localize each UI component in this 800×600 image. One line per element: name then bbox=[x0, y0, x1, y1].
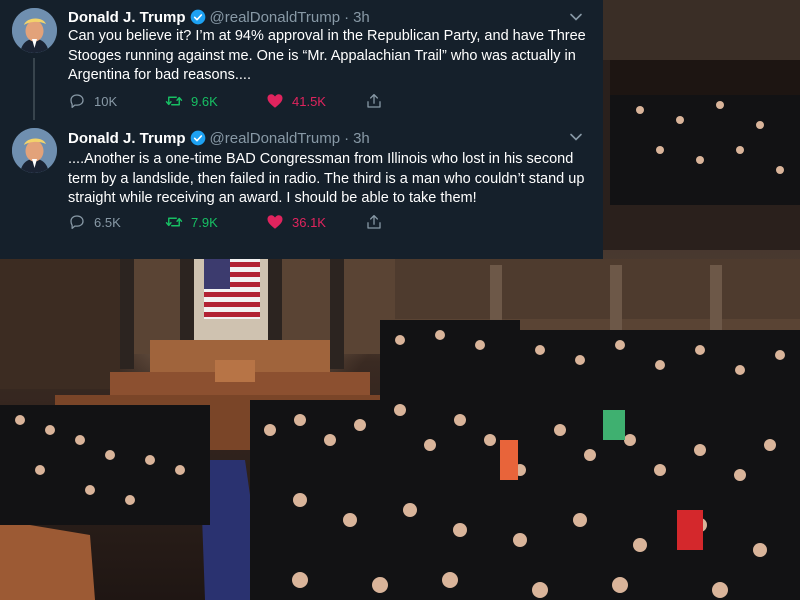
separator-dot: · bbox=[344, 8, 350, 26]
reply-button[interactable]: 10K bbox=[68, 91, 117, 111]
timestamp[interactable]: 3h bbox=[353, 9, 370, 26]
tweet-text: ....Another is a one-time BAD Congressma… bbox=[68, 151, 585, 206]
display-name[interactable]: Donald J. Trump bbox=[68, 130, 186, 147]
chevron-down-icon[interactable] bbox=[569, 10, 583, 24]
reply-icon bbox=[70, 215, 84, 230]
avatar-portrait-icon bbox=[12, 128, 57, 173]
separator-dot: · bbox=[344, 129, 350, 147]
share-icon bbox=[367, 214, 381, 229]
heart-icon bbox=[267, 94, 283, 108]
display-name[interactable]: Donald J. Trump bbox=[68, 9, 186, 26]
tweet-actions: 10K 9.6K 41.5K bbox=[68, 91, 528, 111]
reply-count: 10K bbox=[94, 93, 118, 109]
retweet-icon bbox=[165, 96, 183, 106]
share-button[interactable] bbox=[365, 91, 391, 111]
share-button[interactable] bbox=[365, 212, 391, 232]
retweet-button[interactable]: 7.9K bbox=[165, 212, 218, 232]
tweet-header: Donald J. Trump @realDonaldTrump · 3h bbox=[68, 128, 370, 148]
like-count: 41.5K bbox=[292, 93, 326, 109]
reply-count: 6.5K bbox=[94, 214, 121, 230]
timestamp[interactable]: 3h bbox=[353, 130, 370, 147]
avatar[interactable] bbox=[12, 8, 57, 53]
share-icon bbox=[367, 93, 381, 108]
heart-icon bbox=[267, 215, 283, 229]
like-count: 36.1K bbox=[292, 214, 326, 230]
tweet-thread-panel: Donald J. Trump @realDonaldTrump · 3h Ca… bbox=[0, 0, 603, 259]
tweet-actions: 6.5K 7.9K 36.1K bbox=[68, 212, 528, 232]
tweet-header: Donald J. Trump @realDonaldTrump · 3h bbox=[68, 7, 370, 27]
reply-icon bbox=[70, 94, 84, 109]
tweet-text: Can you believe it? I’m at 94% approval … bbox=[68, 28, 586, 83]
verified-badge-icon bbox=[190, 9, 205, 25]
like-button[interactable]: 41.5K bbox=[266, 91, 326, 111]
chevron-down-icon[interactable] bbox=[569, 130, 583, 144]
retweet-button[interactable]: 9.6K bbox=[165, 91, 218, 111]
verified-badge-icon bbox=[190, 130, 205, 146]
retweet-count: 7.9K bbox=[191, 214, 218, 230]
user-handle[interactable]: @realDonaldTrump bbox=[210, 9, 341, 26]
thread-connector-line bbox=[33, 58, 35, 120]
like-button[interactable]: 36.1K bbox=[266, 212, 326, 232]
tweet-card[interactable]: Donald J. Trump @realDonaldTrump · 3h Ca… bbox=[0, 0, 603, 125]
reply-button[interactable]: 6.5K bbox=[68, 212, 121, 232]
avatar-portrait-icon bbox=[12, 8, 57, 53]
user-handle[interactable]: @realDonaldTrump bbox=[210, 130, 341, 147]
avatar[interactable] bbox=[12, 128, 57, 173]
tweet-card[interactable]: Donald J. Trump @realDonaldTrump · 3h ..… bbox=[0, 125, 603, 259]
retweet-count: 9.6K bbox=[191, 93, 218, 109]
retweet-icon bbox=[165, 217, 183, 227]
